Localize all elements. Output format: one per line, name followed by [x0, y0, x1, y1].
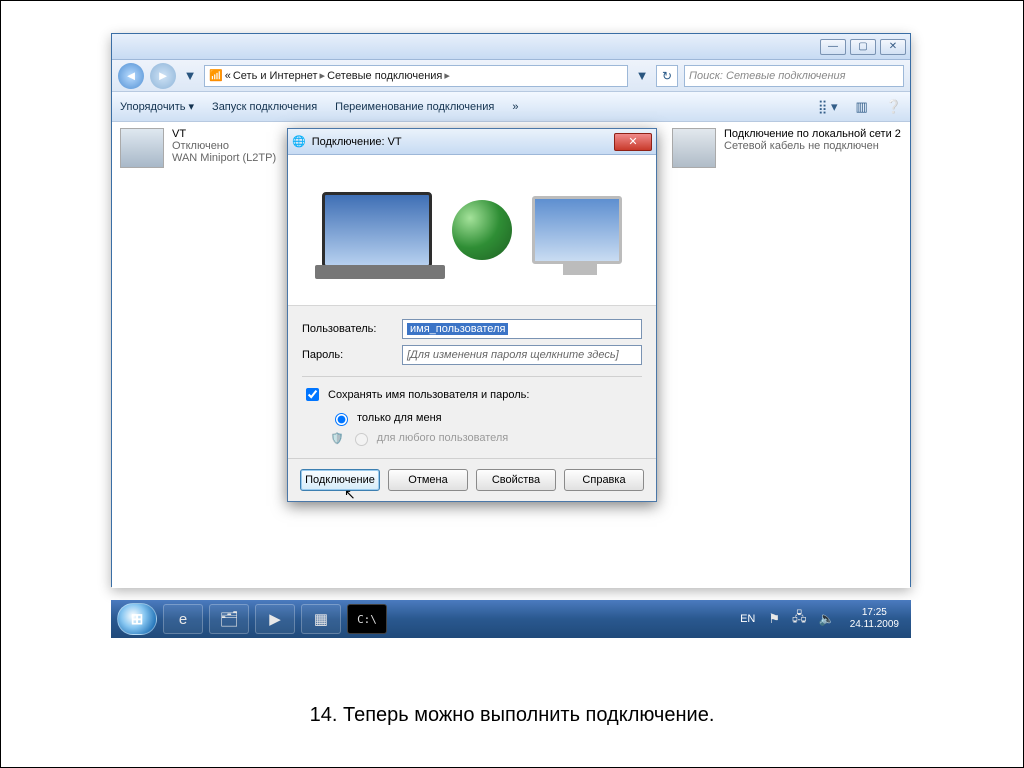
- username-input[interactable]: имя_пользователя: [402, 319, 642, 339]
- tray-action-center-icon[interactable]: ⚑: [768, 611, 780, 627]
- breadcrumb-seg1[interactable]: Сеть и Интернет: [233, 70, 318, 82]
- address-bar: ◄ ► ▼ 📶 « Сеть и Интернет ▸ Сетевые подк…: [112, 60, 910, 92]
- back-button[interactable]: ◄: [118, 63, 144, 89]
- cancel-button[interactable]: Отмена: [388, 469, 468, 491]
- search-placeholder: Поиск: Сетевые подключения: [689, 70, 846, 82]
- chevron-right-icon: ▸: [320, 69, 326, 82]
- window-titlebar: — ▢ ✕: [112, 34, 910, 60]
- connection-item-lan[interactable]: Подключение по локальной сети 2 Сетевой …: [672, 128, 902, 582]
- radio-any-user-input: [355, 433, 368, 446]
- connection-name: VT: [172, 128, 276, 140]
- taskbar: ⊞ e 🗂 ▶ ▦ C:\ EN ⚑ 🖧 🔈 17:25 24.11.2009: [111, 600, 911, 638]
- shield-icon: 🛡️: [330, 432, 344, 445]
- dialog-hero-image: [288, 155, 656, 305]
- refresh-button[interactable]: ↻: [656, 65, 678, 87]
- organize-menu[interactable]: Упорядочить ▾: [120, 100, 194, 113]
- rename-connection-button[interactable]: Переименование подключения: [335, 101, 494, 113]
- save-credentials-label: Сохранять имя пользователя и пароль:: [328, 389, 529, 401]
- history-dropdown[interactable]: ▼: [182, 68, 198, 84]
- connection-device: WAN Miniport (L2TP): [172, 152, 276, 164]
- dialog-close-button[interactable]: ✕: [614, 133, 652, 151]
- taskbar-network-window-icon[interactable]: ▦: [301, 604, 341, 634]
- clock-time: 17:25: [850, 607, 899, 619]
- username-value: имя_пользователя: [407, 323, 508, 335]
- dialog-titlebar: 🌐 Подключение: VT ✕: [288, 129, 656, 155]
- minimize-button[interactable]: —: [820, 39, 846, 55]
- username-label: Пользователь:: [302, 323, 392, 335]
- language-indicator[interactable]: EN: [740, 613, 755, 625]
- connection-icon: [672, 128, 716, 168]
- globe-icon: [452, 200, 512, 260]
- taskbar-mediaplayer-icon[interactable]: ▶: [255, 604, 295, 634]
- network-icon: 🌐: [292, 135, 306, 148]
- properties-button[interactable]: Свойства: [476, 469, 556, 491]
- breadcrumb-seg2[interactable]: Сетевые подключения: [327, 70, 442, 82]
- dialog-buttons: Подключение Отмена Свойства Справка ↖: [288, 458, 656, 501]
- connection-icon: [120, 128, 164, 168]
- tray-network-icon[interactable]: 🖧: [792, 608, 807, 630]
- command-bar: Упорядочить ▾ Запуск подключения Переиме…: [112, 92, 910, 122]
- connection-status: Сетевой кабель не подключен: [724, 140, 901, 152]
- taskbar-ie-icon[interactable]: e: [163, 604, 203, 634]
- password-placeholder: [Для изменения пароля щелкните здесь]: [407, 349, 619, 361]
- folder-icon: 📶: [209, 69, 223, 82]
- connect-button[interactable]: Подключение: [300, 469, 380, 491]
- change-view-button[interactable]: ⣿ ▾: [818, 99, 838, 115]
- password-label: Пароль:: [302, 349, 392, 361]
- slide-caption: 14. Теперь можно выполнить подключение.: [1, 704, 1023, 727]
- monitor-icon: [532, 196, 622, 264]
- breadcrumb-root: «: [225, 70, 231, 82]
- connect-dialog: 🌐 Подключение: VT ✕ Пользователь: имя_по…: [287, 128, 657, 502]
- dialog-title: Подключение: VT: [312, 136, 402, 148]
- taskbar-clock[interactable]: 17:25 24.11.2009: [844, 607, 905, 631]
- help-button[interactable]: ❔: [886, 99, 902, 115]
- connection-status: Отключено: [172, 140, 276, 152]
- start-connection-button[interactable]: Запуск подключения: [212, 101, 317, 113]
- password-input[interactable]: [Для изменения пароля щелкните здесь]: [402, 345, 642, 365]
- radio-any-user: 🛡️ для любого пользователя: [330, 428, 642, 448]
- tray-volume-icon[interactable]: 🔈: [819, 611, 835, 627]
- laptop-icon: [322, 192, 432, 268]
- save-credentials-check[interactable]: [306, 388, 319, 401]
- start-button[interactable]: ⊞: [117, 603, 157, 635]
- breadcrumb[interactable]: 📶 « Сеть и Интернет ▸ Сетевые подключени…: [204, 65, 628, 87]
- forward-button[interactable]: ►: [150, 63, 176, 89]
- radio-only-me-label: только для меня: [357, 412, 442, 424]
- radio-only-me[interactable]: только для меня: [330, 408, 642, 428]
- preview-pane-button[interactable]: ▥: [856, 99, 868, 115]
- taskbar-explorer-icon[interactable]: 🗂: [209, 604, 249, 634]
- radio-any-user-label: для любого пользователя: [377, 432, 509, 444]
- help-button[interactable]: Справка: [564, 469, 644, 491]
- connection-name: Подключение по локальной сети 2: [724, 128, 901, 140]
- radio-only-me-input[interactable]: [335, 413, 348, 426]
- maximize-button[interactable]: ▢: [850, 39, 876, 55]
- search-input[interactable]: Поиск: Сетевые подключения: [684, 65, 904, 87]
- breadcrumb-dropdown[interactable]: ▼: [634, 68, 650, 84]
- chevron-right-icon: ▸: [444, 69, 450, 82]
- save-credentials-checkbox[interactable]: Сохранять имя пользователя и пароль:: [302, 385, 642, 404]
- taskbar-cmd-icon[interactable]: C:\: [347, 604, 387, 634]
- close-button[interactable]: ✕: [880, 39, 906, 55]
- more-commands[interactable]: »: [512, 101, 518, 113]
- clock-date: 24.11.2009: [850, 619, 899, 631]
